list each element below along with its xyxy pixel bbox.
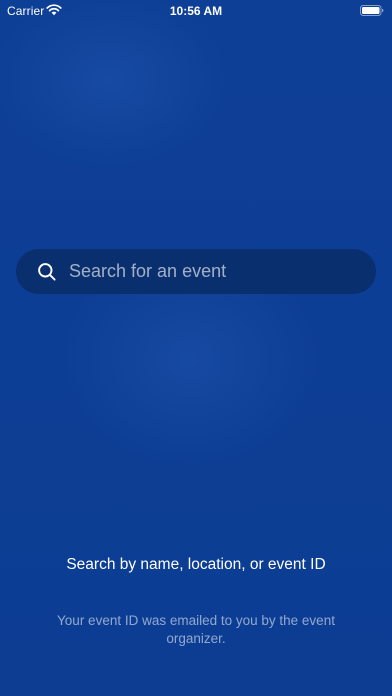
status-time: 10:56 AM bbox=[169, 4, 223, 18]
background bbox=[0, 0, 392, 696]
battery-icon bbox=[360, 5, 384, 16]
search-icon bbox=[38, 262, 56, 281]
help-title: Search by name, location, or event ID bbox=[66, 556, 326, 573]
search-bar[interactable] bbox=[16, 249, 376, 294]
status-bar: Carrier 10:56 AM bbox=[0, 0, 392, 22]
search-input[interactable] bbox=[69, 249, 376, 294]
help-subtitle: Your event ID was emailed to you by the … bbox=[57, 613, 335, 646]
